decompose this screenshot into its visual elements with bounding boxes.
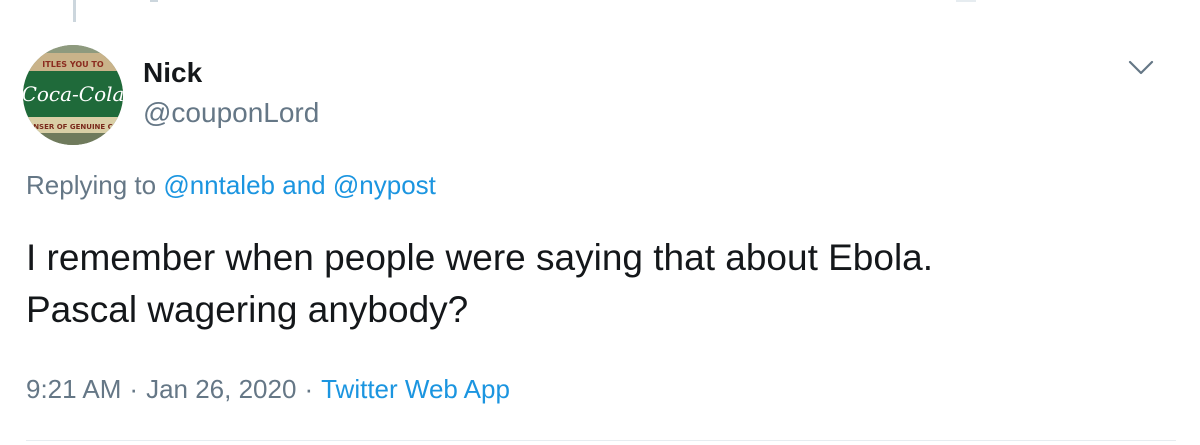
tweet-text-line: I remember when people were saying that … — [26, 237, 934, 278]
chevron-down-icon[interactable] — [1126, 56, 1156, 78]
meta-separator: · — [129, 374, 139, 404]
replying-to: Replying to @nntaleb and @nypost — [26, 168, 436, 202]
tweet-time[interactable]: 9:21 AM — [26, 374, 121, 404]
replying-prefix: Replying to — [26, 170, 157, 200]
meta-separator: · — [304, 374, 314, 404]
avatar-logo-text: Coca-Cola — [23, 82, 123, 106]
tweet-date[interactable]: Jan 26, 2020 — [146, 374, 296, 404]
tweet-text: I remember when people were saying that … — [26, 232, 1166, 336]
thread-connector-line — [73, 0, 76, 22]
top-divider-fragment-right — [956, 0, 976, 2]
author-handle[interactable]: @couponLord — [143, 96, 319, 130]
mention-link-nypost[interactable]: @nypost — [333, 170, 436, 200]
author-display-name[interactable]: Nick — [143, 56, 202, 90]
coca-cola-sign-avatar-icon: ITLES YOU TO Coca-Cola NSER OF GENUINE C — [23, 45, 123, 145]
avatar-top-text: ITLES YOU TO — [42, 60, 104, 69]
divider — [26, 440, 1176, 441]
tweet-source-link[interactable]: Twitter Web App — [321, 374, 510, 404]
tweet-text-line: Pascal wagering anybody? — [26, 289, 469, 330]
avatar-bottom-text: NSER OF GENUINE C — [33, 123, 113, 131]
replying-conjunction[interactable]: and — [282, 170, 325, 200]
top-divider-fragment — [150, 0, 158, 2]
mention-link-nntaleb[interactable]: @nntaleb — [163, 170, 275, 200]
tweet-meta: 9:21 AM · Jan 26, 2020 · Twitter Web App — [26, 372, 510, 406]
avatar[interactable]: ITLES YOU TO Coca-Cola NSER OF GENUINE C — [23, 45, 123, 145]
